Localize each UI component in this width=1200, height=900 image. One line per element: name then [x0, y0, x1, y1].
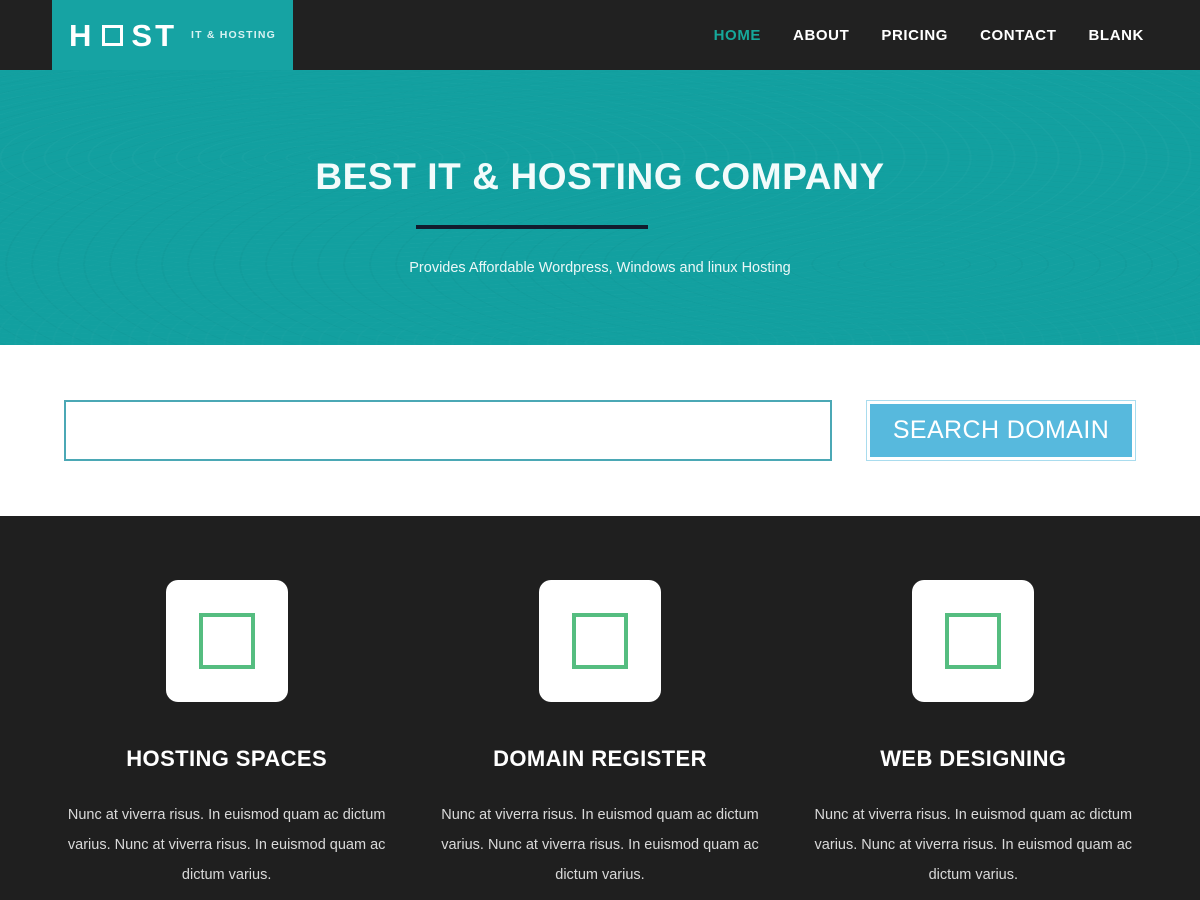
feature-description: Nunc at viverra risus. In euismod quam a…: [67, 807, 386, 884]
hero-subtitle: Provides Affordable Wordpress, Windows a…: [409, 260, 791, 276]
feature-title: HOSTING SPACES: [126, 746, 328, 771]
feature-card-domain-register: DOMAIN REGISTER Nunc at viverra risus. I…: [413, 580, 786, 900]
feature-title: DOMAIN REGISTER: [493, 746, 707, 771]
feature-description: Nunc at viverra risus. In euismod quam a…: [814, 807, 1133, 884]
logo[interactable]: H ST IT & HOSTING: [52, 0, 293, 70]
feature-icon-tile: [538, 580, 661, 702]
features-section: HOSTING SPACES Nunc at viverra risus. In…: [0, 516, 1200, 900]
site-header: H ST IT & HOSTING HOME ABOUT PRICING CON…: [0, 0, 1200, 70]
hero-texture-overlay: [0, 70, 1200, 345]
feature-icon-tile: [165, 580, 288, 702]
feature-icon-tile: [912, 580, 1035, 702]
square-outline-icon: [945, 613, 1002, 669]
nav-item-blank[interactable]: BLANK: [1089, 27, 1145, 44]
nav-item-pricing[interactable]: PRICING: [881, 27, 948, 44]
logo-text-first: H: [69, 17, 95, 53]
square-outline-icon: [571, 613, 628, 669]
square-outline-icon: [102, 24, 124, 46]
logo-text-second: ST: [131, 17, 178, 53]
square-outline-icon: [198, 613, 255, 669]
nav-item-about[interactable]: ABOUT: [793, 27, 849, 44]
feature-card-hosting-spaces: HOSTING SPACES Nunc at viverra risus. In…: [40, 580, 413, 900]
logo-tagline: IT & HOSTING: [191, 29, 276, 41]
search-domain-button[interactable]: SEARCH DOMAIN: [866, 400, 1136, 461]
feature-description: Nunc at viverra risus. In euismod quam a…: [441, 807, 759, 884]
hero-divider: [416, 225, 648, 229]
feature-card-web-designing: WEB DESIGNING Nunc at viverra risus. In …: [787, 580, 1160, 900]
domain-search-input[interactable]: [64, 400, 832, 461]
nav-item-contact[interactable]: CONTACT: [980, 27, 1056, 44]
feature-title: WEB DESIGNING: [880, 746, 1067, 771]
hero-banner: BEST IT & HOSTING COMPANY Provides Affor…: [0, 70, 1200, 345]
main-navigation: HOME ABOUT PRICING CONTACT BLANK: [714, 27, 1144, 44]
domain-search-section: SEARCH DOMAIN: [0, 345, 1200, 516]
hero-title: BEST IT & HOSTING COMPANY: [315, 156, 885, 197]
nav-item-home[interactable]: HOME: [714, 27, 761, 44]
logo-wordmark: H ST: [69, 20, 177, 51]
